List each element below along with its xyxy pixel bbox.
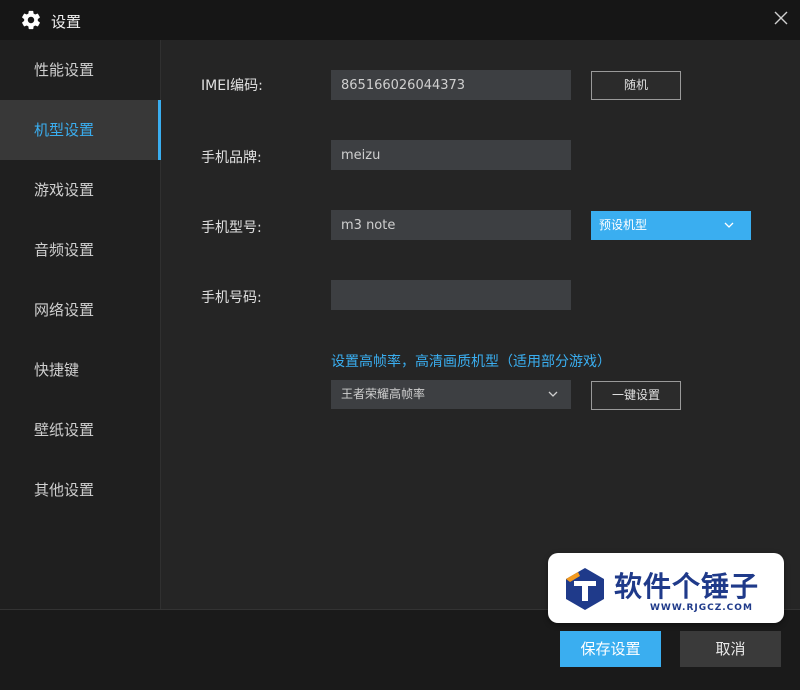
imei-input[interactable] <box>331 70 571 100</box>
gear-icon <box>22 10 40 30</box>
imei-label: IMEI编码: <box>201 78 263 94</box>
sidebar-item-performance[interactable]: 性能设置 <box>0 40 161 100</box>
sidebar-item-shortcuts[interactable]: 快捷键 <box>0 340 161 400</box>
watermark-name: 软件个锤子 <box>614 570 760 603</box>
chevron-down-icon <box>548 391 558 397</box>
window-title: 设置 <box>51 13 82 31</box>
sidebar-item-network[interactable]: 网络设置 <box>0 280 161 340</box>
cancel-button[interactable]: 取消 <box>680 631 781 667</box>
sidebar-item-device-model[interactable]: 机型设置 <box>0 100 161 160</box>
phone-input[interactable] <box>331 280 571 310</box>
sidebar-item-game[interactable]: 游戏设置 <box>0 160 161 220</box>
one-click-apply-button[interactable]: 一键设置 <box>591 381 681 410</box>
preset-model-dropdown[interactable]: 预设机型 <box>591 211 751 240</box>
sidebar-item-other[interactable]: 其他设置 <box>0 460 161 520</box>
sidebar: 性能设置 机型设置 游戏设置 音频设置 网络设置 快捷键 壁纸设置 其他设置 <box>0 40 161 609</box>
sidebar-item-wallpaper[interactable]: 壁纸设置 <box>0 400 161 460</box>
watermark-badge: 软件个锤子 WWW.RJGCZ.COM <box>548 553 784 623</box>
chevron-down-icon <box>724 222 734 228</box>
model-input[interactable] <box>331 210 571 240</box>
watermark-url: WWW.RJGCZ.COM <box>650 603 753 613</box>
save-settings-button[interactable]: 保存设置 <box>560 631 661 667</box>
close-icon[interactable] <box>772 9 790 27</box>
model-label: 手机型号: <box>201 220 262 236</box>
random-imei-button[interactable]: 随机 <box>591 71 681 100</box>
title-bar: 设置 <box>0 0 800 40</box>
brand-input[interactable] <box>331 140 571 170</box>
high-fps-hint: 设置高帧率，高清画质机型（适用部分游戏） <box>331 354 611 370</box>
high-fps-selected: 王者荣耀高帧率 <box>341 387 426 401</box>
high-fps-select[interactable]: 王者荣耀高帧率 <box>331 380 571 409</box>
device-settings-panel: IMEI编码: 随机 手机品牌: 手机型号: 预设机型 手机号码: 设置高帧率，… <box>161 40 800 609</box>
phone-label: 手机号码: <box>201 290 262 306</box>
watermark-logo-icon <box>566 568 604 610</box>
preset-model-label: 预设机型 <box>599 218 648 232</box>
sidebar-item-audio[interactable]: 音频设置 <box>0 220 161 280</box>
brand-label: 手机品牌: <box>201 150 262 166</box>
